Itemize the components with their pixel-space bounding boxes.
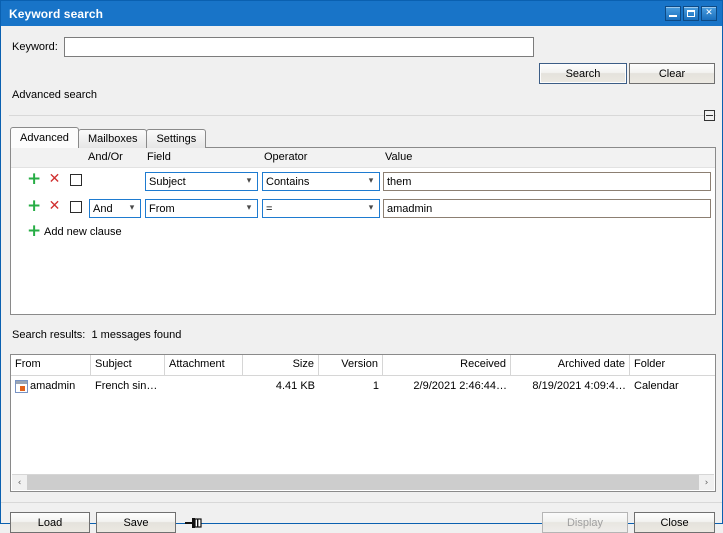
results-column-folder[interactable]: Folder: [630, 355, 715, 375]
clause-column-headers: And/Or Field Operator Value: [11, 148, 715, 168]
collapse-toggle-icon[interactable]: [704, 110, 715, 121]
delete-clause-icon[interactable]: ✕: [48, 200, 61, 213]
column-header-field: Field: [147, 151, 171, 163]
clause-row: + ✕ Subject ▾ Contains ▾: [11, 168, 715, 195]
keyword-row: Keyword:: [1, 35, 723, 59]
close-icon[interactable]: ✕: [701, 6, 717, 21]
chevron-down-icon: ▾: [241, 173, 257, 190]
results-column-received[interactable]: Received: [383, 355, 511, 375]
results-column-size[interactable]: Size: [243, 355, 319, 375]
column-header-value: Value: [385, 151, 412, 163]
advanced-search-label: Advanced search: [12, 89, 97, 101]
cell-received: 2/9/2021 2:46:44…: [383, 380, 511, 392]
chevron-down-icon: ▾: [124, 200, 140, 217]
operator-select-value: Contains: [263, 176, 363, 188]
minimize-button[interactable]: [665, 6, 681, 21]
close-glyph: ✕: [702, 7, 716, 20]
display-button[interactable]: Display: [542, 512, 628, 533]
add-clause-icon[interactable]: +: [27, 200, 40, 213]
operator-select[interactable]: = ▾: [262, 199, 380, 218]
field-select[interactable]: From ▾: [145, 199, 258, 218]
cell-from: amadmin: [11, 380, 91, 393]
client-area: Keyword: Search Clear Advanced search Ad…: [1, 26, 722, 523]
horizontal-scrollbar[interactable]: ‹ ›: [12, 474, 714, 490]
tab-settings[interactable]: Settings: [146, 129, 206, 148]
results-column-attachment[interactable]: Attachment: [165, 355, 243, 375]
value-input[interactable]: [383, 172, 711, 191]
tab-mailboxes-label: Mailboxes: [88, 133, 138, 145]
field-select-value: From: [146, 203, 241, 215]
chevron-down-icon: ▾: [363, 173, 379, 190]
cell-version: 1: [319, 380, 383, 392]
chevron-down-icon: ▾: [363, 200, 379, 217]
andor-select[interactable]: And ▾: [89, 199, 141, 218]
pushpin-icon[interactable]: [185, 516, 203, 530]
results-status-count: 1 messages found: [92, 329, 182, 341]
column-header-operator: Operator: [264, 151, 307, 163]
section-divider: [9, 115, 716, 116]
cell-archived-date: 8/19/2021 4:09:4…: [511, 380, 630, 392]
title-bar: Keyword search ✕: [1, 1, 722, 26]
scroll-left-arrow-icon[interactable]: ‹: [12, 475, 27, 490]
tab-mailboxes[interactable]: Mailboxes: [78, 129, 148, 148]
save-button[interactable]: Save: [96, 512, 176, 533]
keyword-search-window: Keyword search ✕ Keyword: Search Clear A…: [0, 0, 723, 524]
results-table: From Subject Attachment Size Version Rec…: [10, 354, 716, 492]
add-new-clause-label: Add new clause: [44, 226, 122, 238]
value-input[interactable]: [383, 199, 711, 218]
results-status-label: Search results:: [12, 329, 85, 341]
scrollbar-thumb[interactable]: [27, 475, 699, 490]
clause-panel: And/Or Field Operator Value + ✕ Subject …: [10, 147, 716, 315]
results-header-row: From Subject Attachment Size Version Rec…: [11, 355, 715, 376]
results-status: Search results: 1 messages found: [12, 329, 181, 341]
column-header-andor: And/Or: [88, 151, 123, 163]
results-column-version[interactable]: Version: [319, 355, 383, 375]
cell-folder: Calendar: [630, 380, 715, 392]
keyword-label: Keyword:: [12, 41, 64, 53]
calendar-icon: [15, 380, 28, 393]
cell-size: 4.41 KB: [243, 380, 319, 392]
scroll-right-arrow-icon[interactable]: ›: [699, 475, 714, 490]
tab-advanced-label: Advanced: [20, 132, 69, 144]
tab-settings-label: Settings: [156, 133, 196, 145]
add-clause-icon[interactable]: +: [27, 173, 40, 186]
scrollbar-track[interactable]: [27, 475, 699, 490]
footer-divider: [1, 502, 722, 503]
search-button[interactable]: Search: [539, 63, 627, 84]
field-select[interactable]: Subject ▾: [145, 172, 258, 191]
load-button[interactable]: Load: [10, 512, 90, 533]
search-input[interactable]: [64, 37, 534, 57]
results-column-from[interactable]: From: [11, 355, 91, 375]
window-controls: ✕: [665, 6, 720, 21]
chevron-down-icon: ▾: [241, 200, 257, 217]
maximize-button[interactable]: [683, 6, 699, 21]
tab-strip: Advanced Mailboxes Settings: [10, 127, 716, 148]
field-select-value: Subject: [146, 176, 241, 188]
andor-select-value: And: [90, 203, 124, 215]
window-title: Keyword search: [9, 7, 665, 21]
clause-row: + ✕ And ▾ From ▾ = ▾: [11, 195, 715, 222]
delete-clause-icon[interactable]: ✕: [48, 173, 61, 186]
clear-button[interactable]: Clear: [629, 63, 715, 84]
results-column-subject[interactable]: Subject: [91, 355, 165, 375]
tab-advanced[interactable]: Advanced: [10, 127, 79, 148]
results-column-archived-date[interactable]: Archived date: [511, 355, 630, 375]
clause-checkbox[interactable]: [70, 174, 82, 186]
table-row[interactable]: amadmin French sin… 4.41 KB 1 2/9/2021 2…: [11, 376, 715, 396]
add-new-clause-icon[interactable]: +: [27, 225, 40, 238]
clause-checkbox[interactable]: [70, 201, 82, 213]
add-new-clause-row[interactable]: + Add new clause: [11, 222, 715, 244]
close-button[interactable]: Close: [634, 512, 715, 533]
operator-select[interactable]: Contains ▾: [262, 172, 380, 191]
operator-select-value: =: [263, 203, 363, 215]
cell-from-text: amadmin: [30, 380, 75, 392]
cell-subject: French sin…: [91, 380, 165, 392]
